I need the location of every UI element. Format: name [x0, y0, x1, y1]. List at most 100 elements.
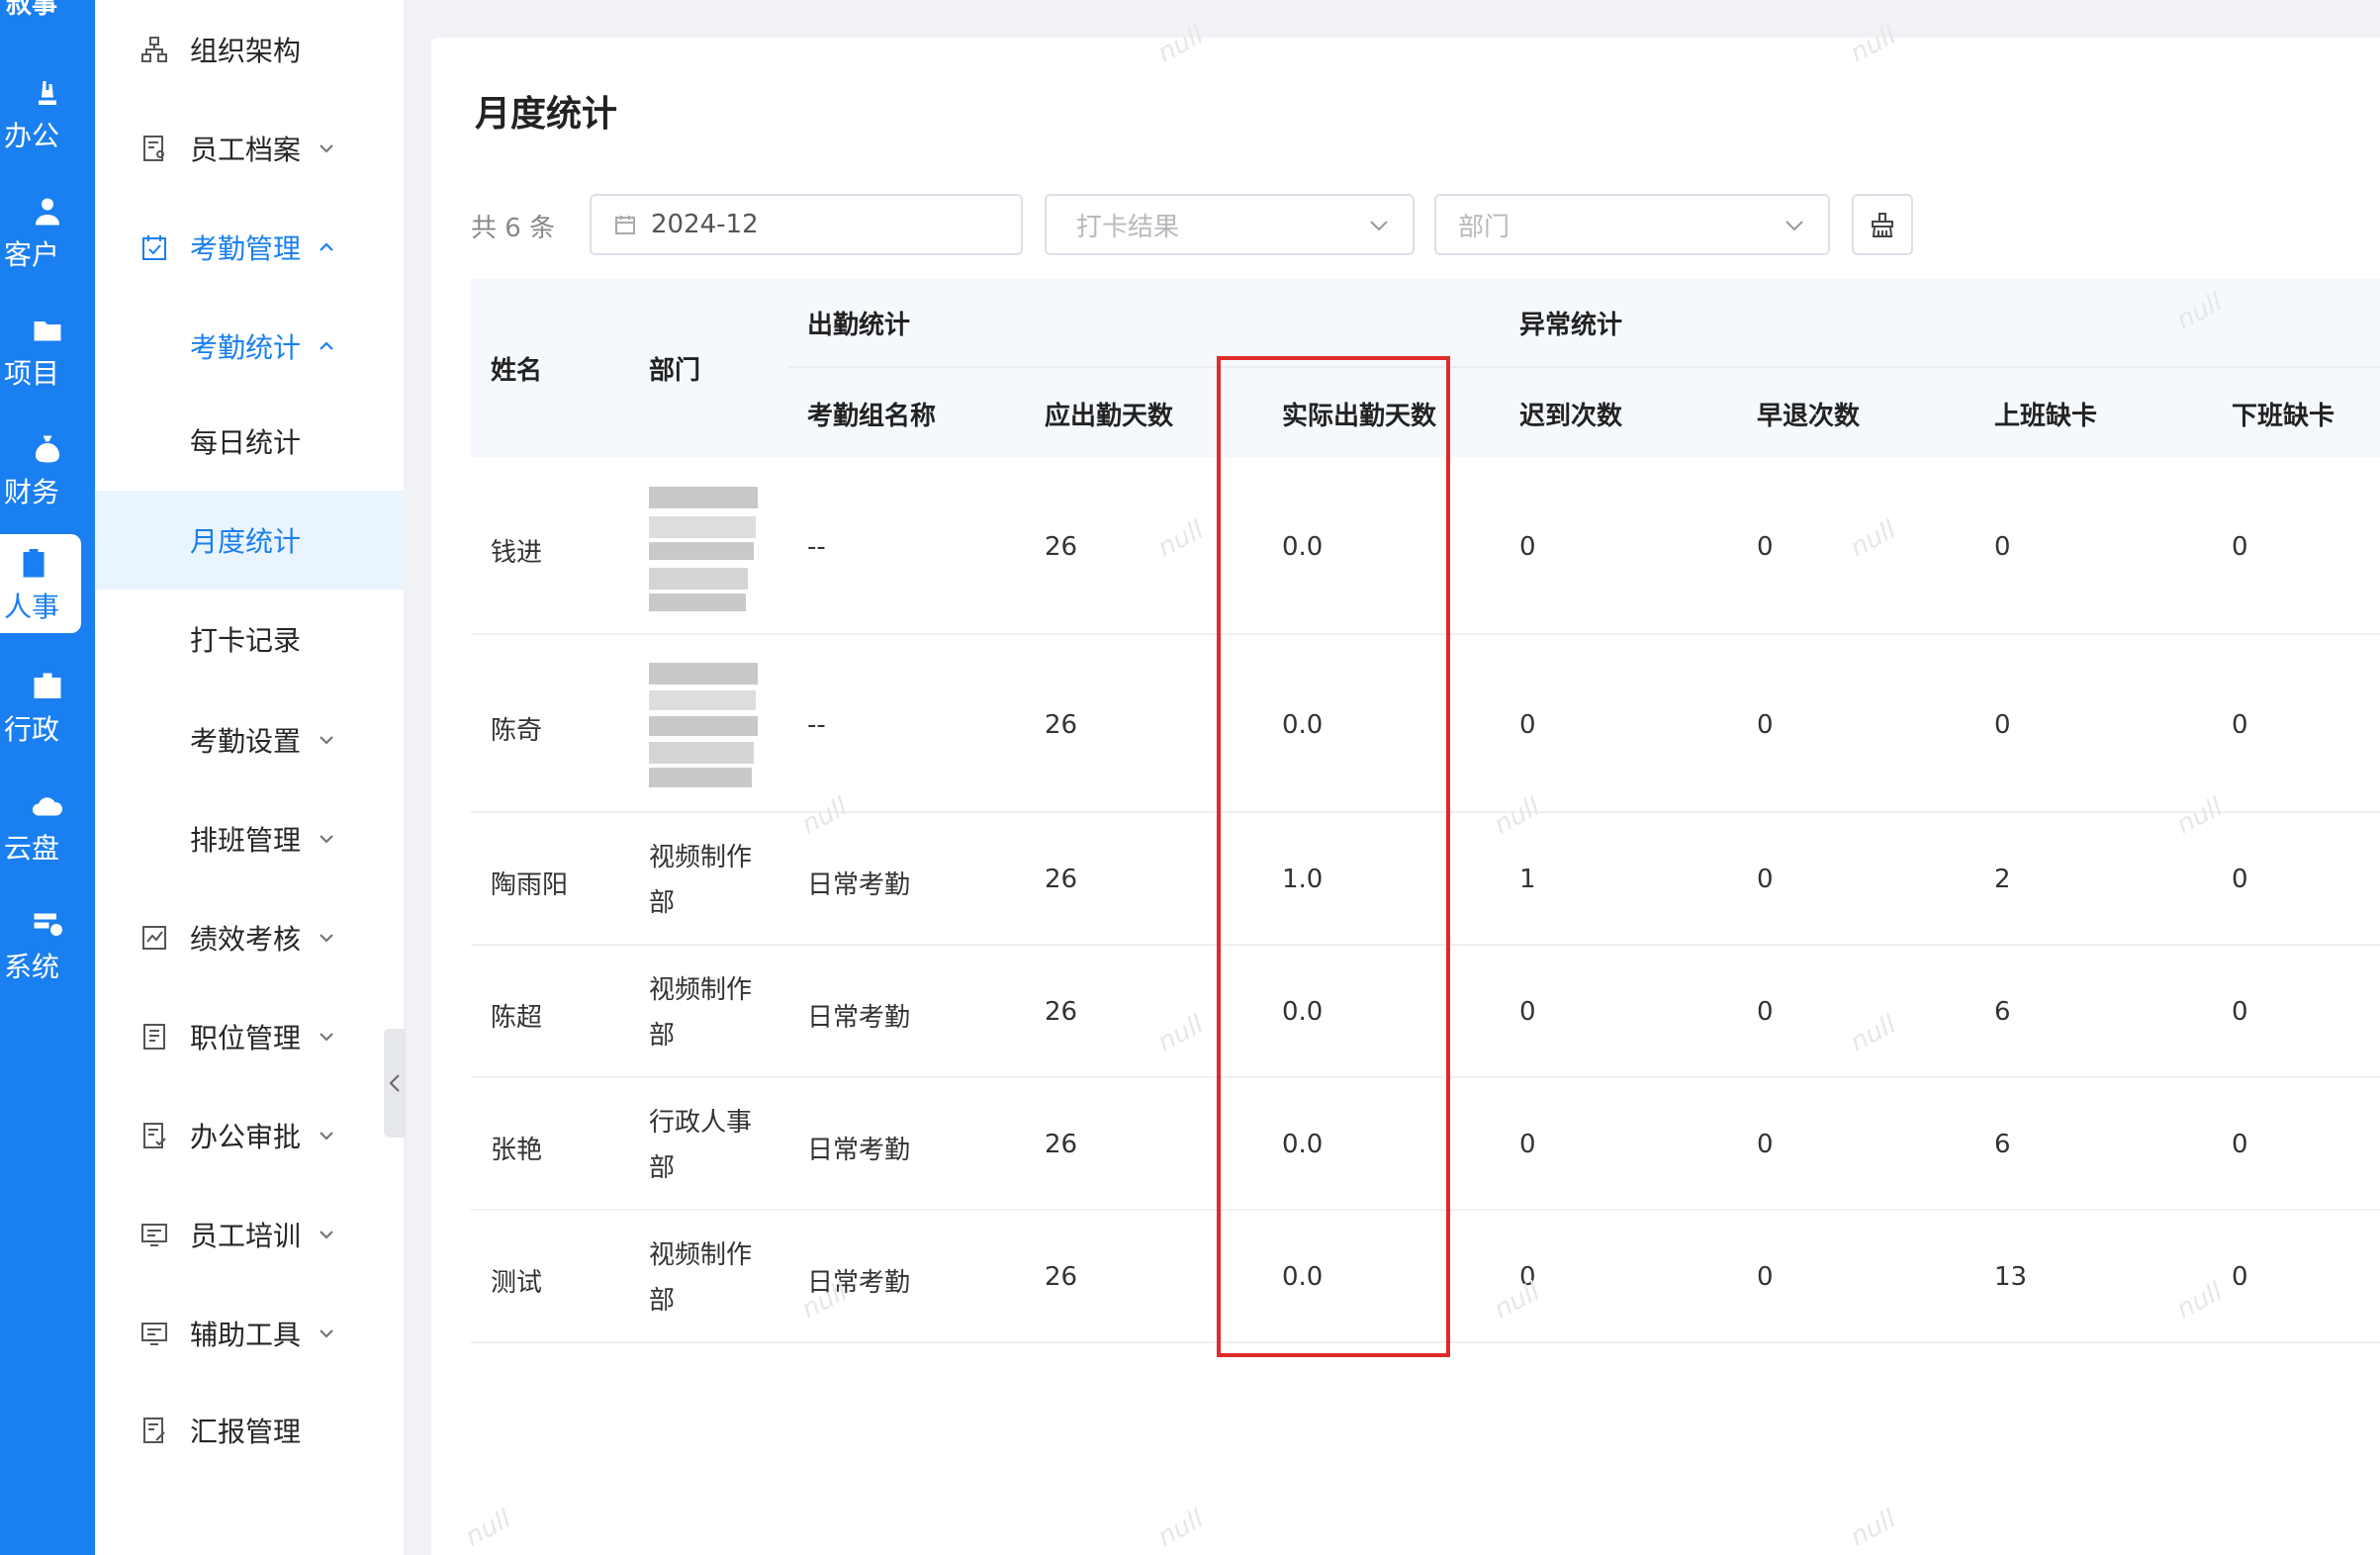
cell-early-leave: 0 — [1757, 1262, 1774, 1292]
cell-missing-in: 2 — [1994, 865, 2011, 894]
blurred-department — [649, 663, 758, 787]
rail-item-cloud-drive[interactable]: 云盘 — [0, 776, 95, 874]
record-count: 共 6 条 — [471, 214, 556, 243]
chevron-down-icon — [320, 144, 333, 153]
punch-result-select[interactable]: 打卡结果 — [1045, 194, 1415, 255]
cell-department-line2: 部 — [649, 888, 676, 918]
cell-late: 0 — [1519, 997, 1536, 1027]
header-divider — [787, 366, 2380, 368]
hr-icon — [23, 549, 45, 578]
secondary-menu: 组织架构 员工档案 考勤管理 考勤统计 每日统计 月度统计 打卡记录 考勤设置 … — [95, 0, 404, 1555]
cell-early-leave: 0 — [1757, 1130, 1774, 1159]
cell-name: 陶雨阳 — [491, 870, 569, 900]
highlight-box — [1217, 356, 1450, 1357]
cell-group-name: 日常考勤 — [807, 870, 911, 900]
cell-required-days: 26 — [1045, 1262, 1078, 1292]
menu-label: 排班管理 — [190, 824, 302, 857]
rail-label-system: 系统 — [4, 951, 60, 983]
chevron-down-icon — [1370, 221, 1388, 231]
cell-department-line1: 行政人事 — [649, 1108, 753, 1138]
menu-label: 汇报管理 — [190, 1416, 302, 1448]
menu-item-report-management[interactable]: 汇报管理 — [95, 1381, 404, 1480]
menu-item-daily-statistics[interactable]: 每日统计 — [95, 392, 404, 491]
cell-early-leave: 0 — [1757, 710, 1774, 740]
cell-name: 陈奇 — [491, 716, 543, 746]
cell-required-days: 26 — [1045, 1130, 1078, 1159]
menu-item-punch-records[interactable]: 打卡记录 — [95, 590, 404, 688]
cell-missing-in: 0 — [1994, 710, 2011, 740]
header-department: 部门 — [649, 356, 701, 386]
project-icon — [34, 321, 61, 341]
menu-item-auxiliary-tools[interactable]: 辅助工具 — [95, 1284, 404, 1383]
menu-item-performance[interactable]: 绩效考核 — [95, 888, 404, 987]
rail-item-office[interactable]: 办公 — [0, 63, 95, 162]
cell-department: 行政人事 部 — [649, 1100, 752, 1191]
cell-early-leave: 0 — [1757, 865, 1774, 894]
menu-item-org-structure[interactable]: 组织架构 — [95, 0, 404, 99]
department-placeholder: 部门 — [1458, 212, 1510, 242]
menu-label: 打卡记录 — [190, 624, 302, 657]
menu-label: 考勤统计 — [190, 331, 302, 364]
cell-missing-out: 0 — [2232, 532, 2248, 562]
clear-filter-button[interactable] — [1852, 194, 1913, 255]
header-missing-out: 下班缺卡 — [2232, 402, 2335, 431]
cell-department-line2: 部 — [649, 1286, 676, 1316]
cell-department-line2: 部 — [649, 1153, 676, 1183]
chevron-down-icon — [320, 736, 333, 745]
cell-name: 张艳 — [491, 1136, 543, 1165]
app-rail: 叔事 办公 客户 项目 财务 人事 行政 云盘 系统 — [0, 0, 95, 1555]
rail-label-finance: 财务 — [4, 476, 60, 508]
training-icon — [141, 1224, 167, 1246]
menu-label: 考勤管理 — [190, 232, 302, 265]
rail-item-admin[interactable]: 行政 — [0, 657, 95, 756]
menu-label: 组织架构 — [190, 35, 302, 67]
header-required-days: 应出勤天数 — [1045, 402, 1174, 431]
calendar-check-icon — [142, 235, 166, 260]
rail-label-cloud-drive: 云盘 — [4, 832, 60, 865]
cell-early-leave: 0 — [1757, 532, 1774, 562]
month-picker[interactable]: 2024-12 — [590, 194, 1023, 255]
sidebar-collapse-handle[interactable] — [384, 1029, 406, 1138]
menu-label: 每日统计 — [190, 426, 302, 459]
cell-late: 0 — [1519, 710, 1536, 740]
office-icon — [39, 81, 56, 105]
punch-result-placeholder: 打卡结果 — [1076, 212, 1180, 242]
rail-item-finance[interactable]: 财务 — [0, 419, 95, 518]
menu-item-attendance-settings[interactable]: 考勤设置 — [95, 690, 404, 789]
cell-group-name: 日常考勤 — [807, 1136, 911, 1165]
calendar-icon — [615, 216, 635, 234]
cell-late: 0 — [1519, 532, 1536, 562]
header-group-name: 考勤组名称 — [807, 402, 937, 431]
cell-department-line1: 视频制作 — [649, 1240, 753, 1270]
system-icon — [34, 913, 62, 936]
menu-label: 员工档案 — [190, 134, 302, 166]
employee-file-icon — [143, 136, 164, 161]
blurred-department — [649, 487, 758, 611]
menu-item-office-approval[interactable]: 办公审批 — [95, 1086, 404, 1185]
rail-item-hr[interactable]: 人事 — [0, 534, 81, 633]
chevron-up-icon — [320, 341, 333, 350]
rail-item-project[interactable]: 项目 — [0, 301, 95, 400]
header-missing-in: 上班缺卡 — [1994, 402, 2098, 431]
chevron-left-icon — [389, 1074, 400, 1092]
menu-item-attendance-management[interactable]: 考勤管理 — [95, 198, 404, 297]
menu-item-attendance-statistics[interactable]: 考勤统计 — [95, 297, 404, 396]
cell-name: 陈超 — [491, 1003, 543, 1033]
department-select[interactable]: 部门 — [1434, 194, 1830, 255]
menu-item-employee-files[interactable]: 员工档案 — [95, 99, 404, 198]
report-icon — [143, 1418, 165, 1443]
cell-missing-in: 13 — [1994, 1262, 2028, 1292]
page-title: 月度统计 — [475, 94, 618, 135]
cell-late: 1 — [1519, 865, 1536, 894]
cell-missing-in: 6 — [1994, 997, 2011, 1027]
rail-item-customer[interactable]: 客户 — [0, 182, 95, 281]
menu-item-position-management[interactable]: 职位管理 — [95, 987, 404, 1086]
org-structure-icon — [141, 37, 167, 62]
chevron-down-icon — [320, 1033, 333, 1042]
rail-item-system[interactable]: 系统 — [0, 894, 95, 993]
menu-item-shift-management[interactable]: 排班管理 — [95, 789, 404, 888]
cell-department-line1: 视频制作 — [649, 843, 753, 872]
performance-icon — [142, 926, 166, 950]
menu-item-employee-training[interactable]: 员工培训 — [95, 1185, 404, 1284]
menu-item-monthly-statistics[interactable]: 月度统计 — [95, 491, 404, 590]
